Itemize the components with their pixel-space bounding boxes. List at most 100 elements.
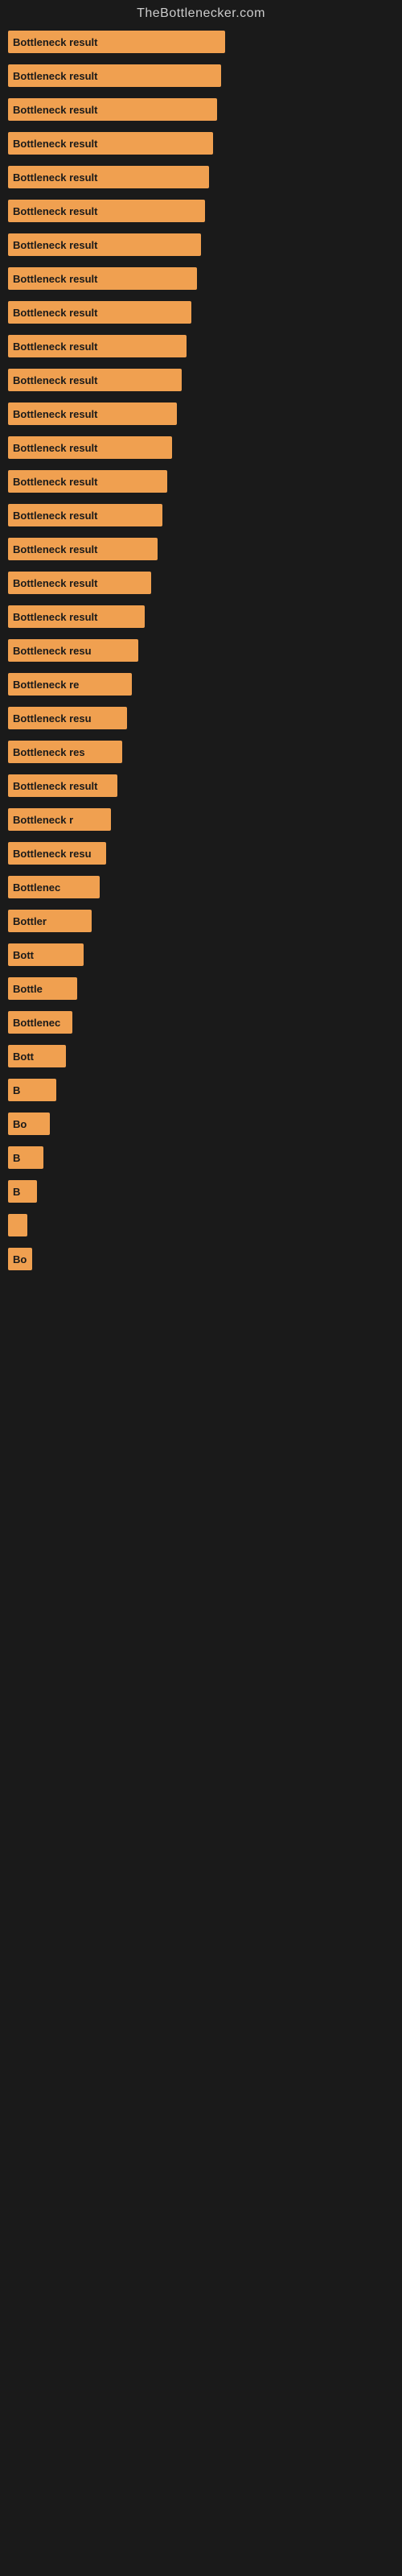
bar-label: Bo <box>13 1253 27 1265</box>
bottleneck-bar: Bottleneck result <box>8 335 187 357</box>
bottleneck-bar: Bottleneck result <box>8 436 172 459</box>
bar-label: Bottleneck result <box>13 205 97 217</box>
bottleneck-bar <box>8 1214 27 1236</box>
bar-row: Bottlenec <box>8 1011 394 1034</box>
bar-row: Bottleneck result <box>8 166 394 188</box>
bar-label: Bottleneck result <box>13 476 97 488</box>
bar-label: Bottleneck re <box>13 679 79 691</box>
bottleneck-bar: Bottleneck result <box>8 31 225 53</box>
bar-label: Bottleneck result <box>13 70 97 82</box>
bar-label: Bottle <box>13 983 43 995</box>
bar-label: Bottleneck resu <box>13 848 92 860</box>
bar-row: Bo <box>8 1248 394 1270</box>
bar-row: Bottleneck result <box>8 98 394 121</box>
bar-row: B <box>8 1146 394 1169</box>
bar-row: Bott <box>8 943 394 966</box>
bottleneck-bar: Bottleneck result <box>8 267 197 290</box>
bar-label: B <box>13 1084 20 1096</box>
bottleneck-bar: Bottleneck result <box>8 538 158 560</box>
bottleneck-bar: B <box>8 1146 43 1169</box>
bar-row: Bottleneck result <box>8 436 394 459</box>
bar-label: Bottleneck result <box>13 374 97 386</box>
bottleneck-bar: Bottleneck result <box>8 64 221 87</box>
bar-row: Bottleneck resu <box>8 639 394 662</box>
bar-label: Bottlenec <box>13 881 60 894</box>
bar-label: Bottleneck result <box>13 543 97 555</box>
bar-row: Bottleneck result <box>8 132 394 155</box>
bar-row: Bottleneck result <box>8 267 394 290</box>
bar-label: Bottleneck result <box>13 780 97 792</box>
bar-label: Bottleneck resu <box>13 712 92 724</box>
site-title: TheBottlenecker.com <box>0 0 402 31</box>
bar-row: Bottleneck result <box>8 605 394 628</box>
bottleneck-bar: Bottleneck result <box>8 774 117 797</box>
bottleneck-bar: Bo <box>8 1113 50 1135</box>
bottleneck-bar: Bottleneck result <box>8 301 191 324</box>
bar-row: B <box>8 1079 394 1101</box>
bar-label: Bottleneck result <box>13 171 97 184</box>
bottleneck-bar: Bottleneck result <box>8 200 205 222</box>
bar-row: Bottleneck result <box>8 64 394 87</box>
bottleneck-bar: Bottleneck result <box>8 166 209 188</box>
bar-row: B <box>8 1180 394 1203</box>
bar-label: Bottleneck result <box>13 104 97 116</box>
bar-label: Bottleneck result <box>13 36 97 48</box>
bottleneck-bar: Bottleneck result <box>8 132 213 155</box>
bottleneck-bar: Bottleneck result <box>8 233 201 256</box>
bar-label: Bottleneck resu <box>13 645 92 657</box>
bottleneck-bar: Bo <box>8 1248 32 1270</box>
bar-row: Bo <box>8 1113 394 1135</box>
bar-label: Bo <box>13 1118 27 1130</box>
bar-label: Bottleneck result <box>13 442 97 454</box>
bar-label: B <box>13 1152 20 1164</box>
bar-row: Bottleneck resu <box>8 842 394 865</box>
bottleneck-bar: Bottleneck resu <box>8 842 106 865</box>
bar-row: Bottleneck result <box>8 233 394 256</box>
bar-row: Bottleneck res <box>8 741 394 763</box>
bar-row: Bottleneck result <box>8 504 394 526</box>
bar-row <box>8 1214 394 1236</box>
bar-row: Bottleneck result <box>8 369 394 391</box>
bar-label: B <box>13 1186 20 1198</box>
bottleneck-bar: Bottleneck result <box>8 369 182 391</box>
bottleneck-bar: Bottleneck re <box>8 673 132 696</box>
bar-row: Bottleneck r <box>8 808 394 831</box>
bar-row: Bottler <box>8 910 394 932</box>
bar-row: Bottleneck result <box>8 774 394 797</box>
bottleneck-bar: Bottleneck resu <box>8 707 127 729</box>
bar-label: Bottleneck r <box>13 814 73 826</box>
bar-row: Bottleneck result <box>8 31 394 53</box>
bar-row: Bottleneck result <box>8 200 394 222</box>
bottleneck-bar: Bottleneck result <box>8 572 151 594</box>
bottleneck-bar: Bott <box>8 1045 66 1067</box>
bar-label: Bottleneck result <box>13 138 97 150</box>
bar-label: Bott <box>13 949 34 961</box>
bar-label: Bottleneck result <box>13 611 97 623</box>
bar-label: Bottleneck result <box>13 239 97 251</box>
bottleneck-bar: Bottleneck result <box>8 402 177 425</box>
bottleneck-bar: Bottleneck result <box>8 470 167 493</box>
bottleneck-bar: Bottler <box>8 910 92 932</box>
bottleneck-bar: Bottleneck result <box>8 605 145 628</box>
bottleneck-bar: Bottlenec <box>8 876 100 898</box>
bottleneck-bar: Bottleneck resu <box>8 639 138 662</box>
bottleneck-bar: Bottleneck result <box>8 98 217 121</box>
bar-label: Bottleneck result <box>13 510 97 522</box>
bar-row: Bottleneck result <box>8 572 394 594</box>
bar-row: Bottleneck result <box>8 538 394 560</box>
bar-row: Bottleneck resu <box>8 707 394 729</box>
bars-container: Bottleneck result Bottleneck result Bottle… <box>0 31 402 1282</box>
bar-row: Bottleneck result <box>8 402 394 425</box>
bottleneck-bar: B <box>8 1079 56 1101</box>
bar-row: Bottlenec <box>8 876 394 898</box>
bottleneck-bar: Bottleneck result <box>8 504 162 526</box>
bottleneck-bar: Bottlenec <box>8 1011 72 1034</box>
bottleneck-bar: Bottle <box>8 977 77 1000</box>
bar-label: Bottleneck result <box>13 577 97 589</box>
bottleneck-bar: Bottleneck res <box>8 741 122 763</box>
bar-label: Bottler <box>13 915 47 927</box>
bar-row: Bottleneck result <box>8 335 394 357</box>
bar-label: Bottleneck res <box>13 746 85 758</box>
bar-label: Bott <box>13 1051 34 1063</box>
bottleneck-bar: B <box>8 1180 37 1203</box>
